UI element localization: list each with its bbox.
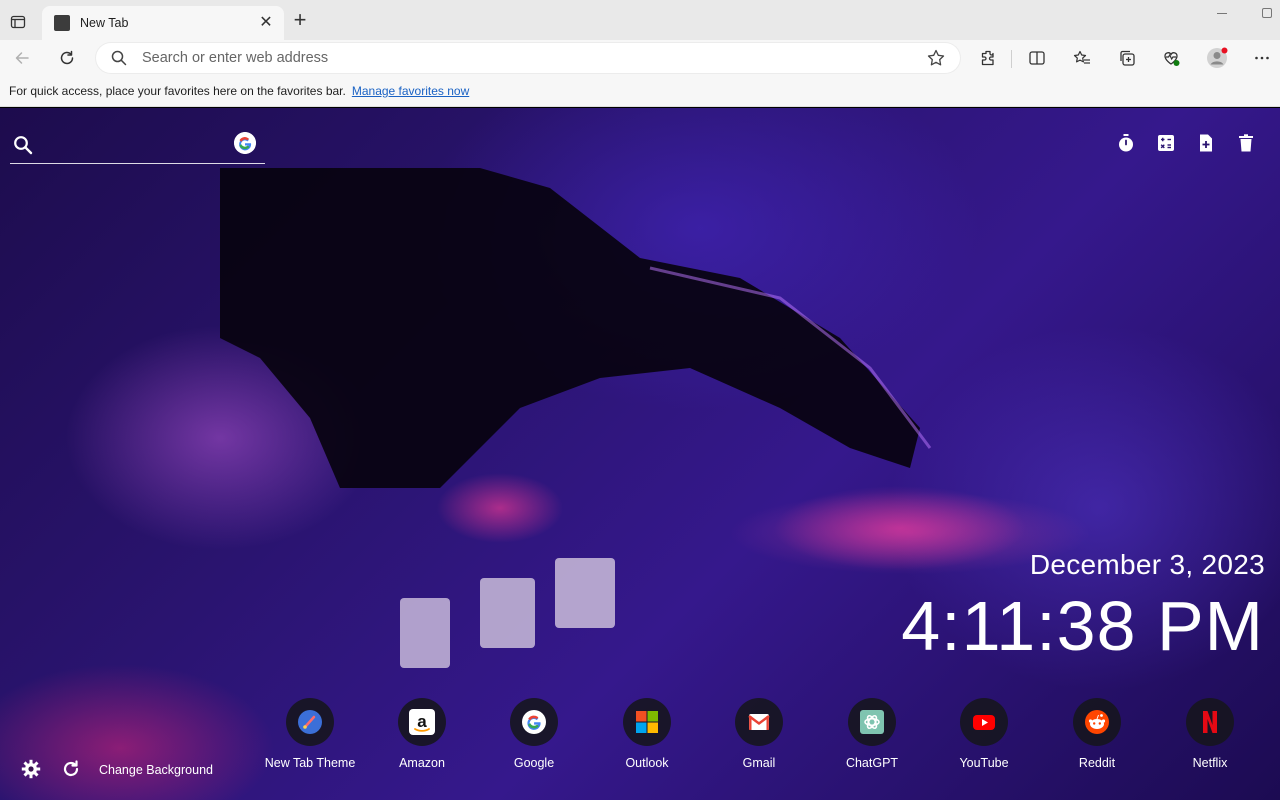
new-tab-button[interactable]: +: [288, 9, 312, 33]
tab-favicon-icon: [54, 15, 70, 31]
address-bar[interactable]: [96, 43, 960, 73]
youtube-icon: [960, 698, 1008, 746]
page-search-box[interactable]: [10, 128, 265, 164]
toolbar-divider: [1011, 50, 1012, 68]
shortcut-label: New Tab Theme: [264, 756, 356, 770]
refresh-icon[interactable]: [55, 46, 79, 70]
new-note-icon[interactable]: [1195, 132, 1217, 154]
new-tab-page: December 3, 2023 4:11:38 PM New Tab Them…: [0, 108, 1280, 800]
search-icon: [14, 136, 33, 155]
shortcut-amazon[interactable]: a Amazon: [370, 698, 474, 778]
tab-actions-icon[interactable]: [6, 10, 30, 34]
toolbar: [0, 40, 1280, 76]
shortcut-label: Amazon: [399, 756, 445, 770]
shortcut-label: Reddit: [1078, 756, 1116, 770]
shortcut-outlook[interactable]: Outlook: [595, 698, 699, 778]
shortcut-label: ChatGPT: [845, 756, 899, 770]
tab-title: New Tab: [80, 16, 129, 30]
shortcut-reddit[interactable]: Reddit: [1045, 698, 1149, 778]
profile-icon[interactable]: [1205, 46, 1229, 70]
title-bar: New Tab ✕ +: [0, 0, 1280, 40]
favorites-icon[interactable]: [1070, 46, 1094, 70]
amazon-icon: a: [398, 698, 446, 746]
current-date: December 3, 2023: [1029, 549, 1265, 580]
change-background-button[interactable]: Change Background: [99, 763, 213, 777]
search-icon: [111, 50, 127, 66]
shortcut-youtube[interactable]: YouTube: [932, 698, 1036, 778]
netflix-icon: [1186, 698, 1234, 746]
current-time: 4:11:38 PM: [901, 587, 1264, 665]
shortcut-gmail[interactable]: Gmail: [707, 698, 811, 778]
browser-essentials-icon[interactable]: [1159, 46, 1183, 70]
mixer-faders-image: [400, 558, 615, 668]
tab-close-icon[interactable]: ✕: [258, 15, 274, 31]
svg-text:a: a: [417, 712, 427, 731]
gmail-icon: [735, 698, 783, 746]
google-icon[interactable]: [234, 132, 256, 154]
favorite-star-icon[interactable]: [926, 48, 946, 68]
manage-favorites-link[interactable]: Manage favorites now: [352, 84, 469, 98]
shortcut-netflix[interactable]: Netflix: [1158, 698, 1262, 778]
shortcut-label: Outlook: [625, 756, 669, 770]
collections-icon[interactable]: [1115, 46, 1139, 70]
reddit-icon: [1073, 698, 1121, 746]
back-icon[interactable]: [10, 46, 34, 70]
shortcut-label: Netflix: [1192, 756, 1228, 770]
trash-icon[interactable]: [1235, 132, 1257, 154]
chatgpt-icon: [848, 698, 896, 746]
shortcut-label: YouTube: [959, 756, 1009, 770]
favorites-bar: For quick access, place your favorites h…: [0, 76, 1280, 107]
more-icon[interactable]: [1250, 46, 1274, 70]
shortcut-google[interactable]: Google: [482, 698, 586, 778]
shortcut-chatgpt[interactable]: ChatGPT: [820, 698, 924, 778]
shortcut-label: Google: [513, 756, 555, 770]
google-icon: [510, 698, 558, 746]
background-image: [220, 168, 932, 488]
new-tab-theme-icon: [286, 698, 334, 746]
split-screen-icon[interactable]: [1025, 46, 1049, 70]
timer-icon[interactable]: [1115, 132, 1137, 154]
favorites-bar-message: For quick access, place your favorites h…: [9, 84, 346, 98]
shortcut-label: Gmail: [742, 756, 776, 770]
shortcut-new-tab-theme[interactable]: New Tab Theme: [258, 698, 362, 778]
minimize-icon[interactable]: [1214, 4, 1230, 20]
calculator-icon[interactable]: [1155, 132, 1177, 154]
maximize-icon[interactable]: [1262, 8, 1272, 18]
address-input[interactable]: [142, 48, 902, 68]
page-search-input[interactable]: [42, 134, 222, 156]
outlook-icon: [623, 698, 671, 746]
extensions-icon[interactable]: [976, 46, 1000, 70]
settings-gear-icon[interactable]: [20, 758, 42, 780]
tab-new-tab[interactable]: New Tab ✕: [42, 6, 284, 40]
change-background-refresh-icon[interactable]: [60, 758, 82, 780]
